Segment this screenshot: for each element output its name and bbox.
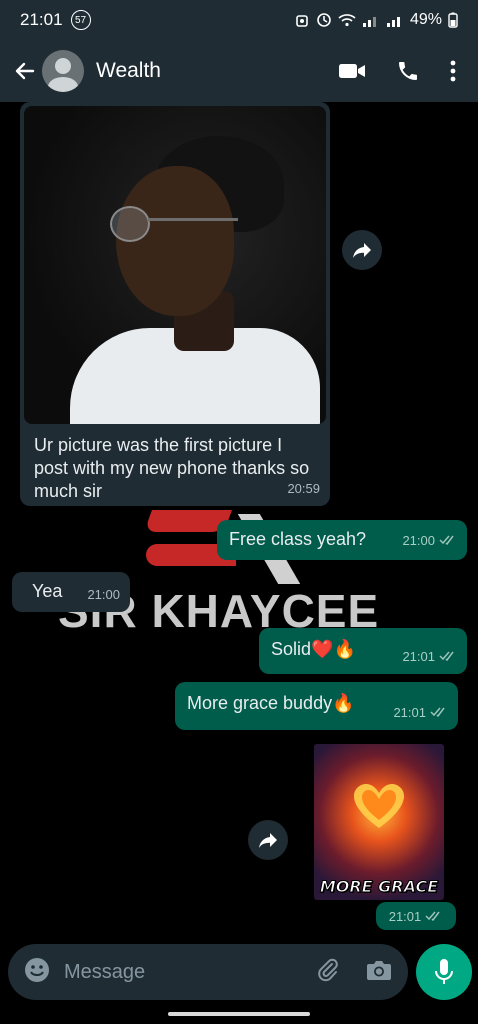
sticker-message[interactable]: MORE GRACE — [314, 744, 444, 900]
message-meta: 21:01 — [402, 645, 457, 668]
contact-name[interactable]: Wealth — [96, 59, 161, 83]
microphone-icon[interactable] — [416, 944, 472, 1000]
clock-icon — [316, 12, 332, 28]
read-receipt-icon — [439, 645, 457, 668]
header-actions — [338, 59, 468, 83]
forward-icon[interactable] — [248, 820, 288, 860]
sticker-text: MORE GRACE — [319, 877, 439, 897]
message-time: 21:01 — [393, 705, 426, 720]
input-icons — [316, 958, 392, 987]
message-text: Solid❤️🔥 — [271, 639, 356, 659]
forward-icon[interactable] — [342, 230, 382, 270]
sticker-meta: 21:01 — [376, 902, 456, 930]
notification-count-badge: 57 — [70, 10, 91, 30]
read-receipt-icon — [439, 529, 457, 552]
image-caption: Ur picture was the first picture I post … — [34, 435, 310, 501]
message-text: Free class yeah? — [229, 529, 367, 549]
message-meta: 21:00 — [402, 529, 457, 552]
emoji-icon[interactable] — [24, 957, 50, 988]
message-time: 21:00 — [402, 533, 435, 548]
camera-icon[interactable] — [366, 959, 392, 986]
message-time: 21:01 — [402, 649, 435, 664]
status-bar: 21:01 57 49% — [0, 0, 478, 40]
home-indicator[interactable] — [168, 1012, 310, 1016]
message-time: 21:01 — [388, 908, 422, 924]
battery-icon — [448, 12, 458, 28]
outgoing-message[interactable]: More grace buddy🔥 21:01 — [175, 682, 458, 730]
read-receipt-icon — [430, 701, 448, 724]
attachment-icon[interactable] — [316, 958, 340, 987]
message-photo[interactable] — [24, 106, 326, 424]
message-meta: 21:01 — [393, 701, 448, 724]
fire-heart-icon — [354, 784, 404, 828]
signal-icon-2 — [386, 13, 404, 27]
incoming-message[interactable]: Yea 21:00 — [12, 572, 130, 612]
outgoing-message[interactable]: Solid❤️🔥 21:01 — [259, 628, 467, 674]
video-call-icon[interactable] — [338, 61, 366, 81]
incoming-image-message[interactable]: Ur picture was the first picture I post … — [20, 102, 330, 506]
phone-icon[interactable] — [396, 59, 420, 83]
message-input-box[interactable] — [8, 944, 408, 1000]
chat-header: Wealth — [0, 40, 478, 102]
message-text: Yea — [32, 581, 63, 601]
read-receipt-icon — [425, 909, 443, 924]
back-arrow-icon[interactable] — [10, 56, 40, 86]
wifi-icon — [338, 13, 356, 27]
outgoing-message[interactable]: Free class yeah? 21:00 — [217, 520, 467, 560]
status-time: 21:01 — [20, 10, 63, 29]
more-options-icon[interactable] — [450, 60, 456, 82]
status-icons: 49% — [294, 11, 458, 29]
contact-avatar[interactable] — [42, 50, 84, 92]
message-composer — [0, 940, 478, 1024]
signal-icon — [362, 13, 380, 27]
message-time: 20:59 — [287, 481, 320, 496]
alarm-icon — [294, 12, 310, 28]
battery-text: 49% — [409, 11, 442, 28]
chat-area[interactable]: SIR KHAYCEE Ur picture was the first pic… — [0, 102, 478, 940]
message-text: More grace buddy🔥 — [187, 693, 355, 713]
message-time: 21:00 — [87, 587, 120, 602]
message-input[interactable] — [64, 960, 284, 984]
